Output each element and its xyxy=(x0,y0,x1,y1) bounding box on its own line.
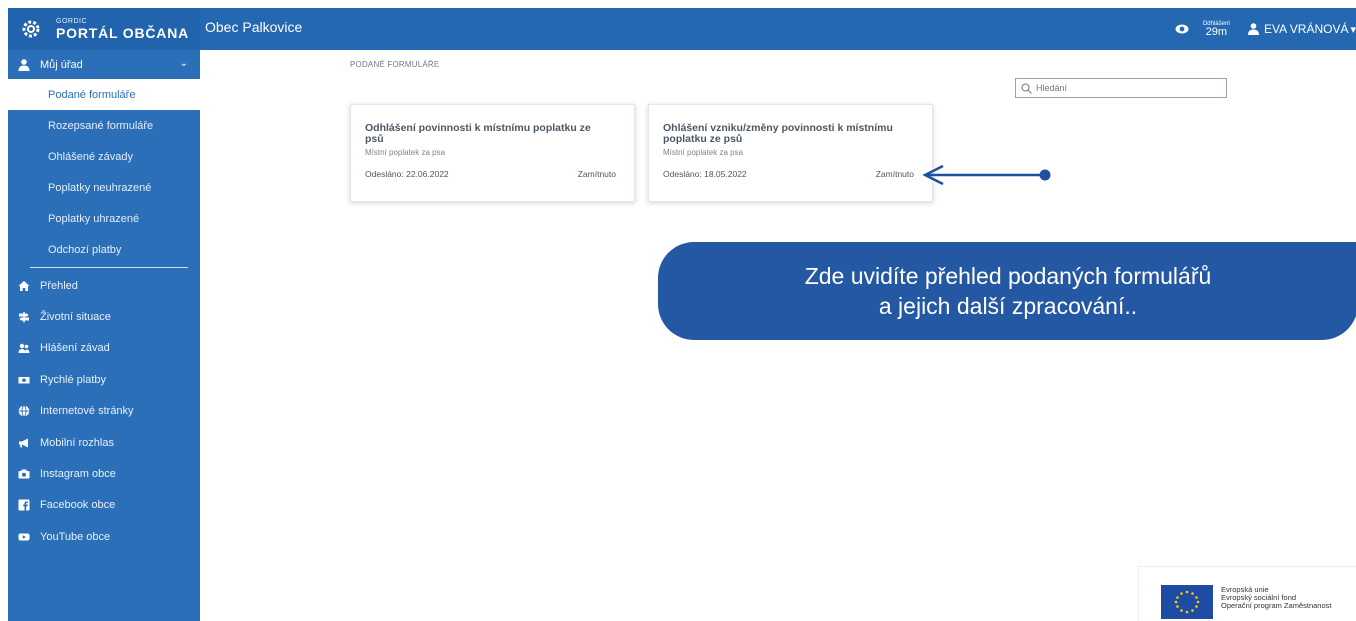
annotation-callout: Zde uvidíte přehled podaných formulářů a… xyxy=(658,242,1356,340)
sidebar-item-reported-defects[interactable]: Ohlášené závady xyxy=(8,141,200,172)
sidebar-item-overview[interactable]: Přehled xyxy=(8,270,200,301)
search-input[interactable] xyxy=(1036,83,1216,93)
facebook-icon xyxy=(18,499,30,511)
form-card[interactable]: Odhlášení povinnosti k místnímu poplatku… xyxy=(350,104,635,202)
sidebar-item-label: YouTube obce xyxy=(40,530,111,543)
eu-flag-icon xyxy=(1161,585,1213,619)
sidebar-item-label: Přehled xyxy=(40,279,78,292)
people-icon xyxy=(18,344,30,354)
sidebar-item-label: Rychlé platby xyxy=(40,373,107,386)
user-menu-caret-icon[interactable]: ▾ xyxy=(1350,23,1356,36)
sidebar-section-my-office[interactable]: Můj úřad ⌄ xyxy=(8,50,200,79)
sidebar-item-label: Facebook obce xyxy=(40,499,116,512)
form-card-subtitle: Místní poplatek za psa xyxy=(663,148,744,157)
search-icon xyxy=(1021,83,1032,94)
eu-text-line: Operační program Zaměstnanost xyxy=(1221,601,1332,610)
form-card-title: Odhlášení povinnosti k místnímu poplatku… xyxy=(365,123,591,145)
sidebar-section-label: Můj úřad xyxy=(40,58,83,71)
form-card-title-line: Odhlášení povinnosti k místnímu poplatku… xyxy=(365,122,591,134)
sidebar-item-label: Mobilní rozhlas xyxy=(40,436,114,449)
sidebar-item-life-situations[interactable]: Životní situace xyxy=(8,301,200,332)
sidebar-item-label: Instagram obce xyxy=(40,468,116,481)
sidebar-item-defect-reports[interactable]: Hlášení závad xyxy=(8,333,200,364)
form-card-title-line: psů xyxy=(365,133,384,145)
form-card-subtitle: Místní poplatek za psa xyxy=(365,148,446,157)
user-icon xyxy=(1247,23,1259,35)
session-time: 29m xyxy=(1205,25,1227,38)
sidebar-item-mobile-radio[interactable]: Mobilní rozhlas xyxy=(8,427,200,458)
sidebar-item-outgoing-payments[interactable]: Odchozí platby xyxy=(8,234,200,265)
eu-funding-text: Evropská unie Evropský sociální fond Ope… xyxy=(1221,586,1331,610)
user-area: Odhlášení 29m EVA VRÁNOVÁ ▾ xyxy=(1175,8,1356,50)
form-card-sent-date: Odesláno: 22.06.2022 xyxy=(365,169,449,179)
sidebar-item-label: Životní situace xyxy=(40,311,111,324)
user-icon xyxy=(18,58,30,71)
sidebar-item-draft-forms[interactable]: Rozepsané formuláře xyxy=(8,110,200,141)
sidebar: Můj úřad ⌄ Podané formuláře Rozepsané fo… xyxy=(8,50,200,621)
chevron-down-icon: ⌄ xyxy=(179,58,188,69)
money-icon xyxy=(18,376,30,384)
sidebar-item-submitted-forms[interactable]: Podané formuláře xyxy=(8,79,200,110)
eye-icon[interactable] xyxy=(1175,22,1189,36)
sidebar-divider xyxy=(30,267,188,268)
sidebar-item-quick-payments[interactable]: Rychlé platby xyxy=(8,364,200,395)
sidebar-item-youtube[interactable]: YouTube obce xyxy=(8,521,200,552)
camera-icon xyxy=(18,469,30,479)
form-card-status: Zamítnuto xyxy=(577,169,616,179)
top-bar: GORDIC PORTÁL OBČANA Obec Palkovice Odhl… xyxy=(8,8,1356,50)
sidebar-item-unpaid-fees[interactable]: Poplatky neuhrazené xyxy=(8,172,200,203)
form-card[interactable]: Ohlášení vzniku/změny povinnosti k místn… xyxy=(648,104,933,202)
globe-icon xyxy=(18,405,30,418)
page-title: PODANÉ FORMULÁŘE xyxy=(350,60,440,69)
home-icon xyxy=(18,280,30,291)
brand-vendor: GORDIC xyxy=(56,18,87,25)
session-timer[interactable]: Odhlášení 29m xyxy=(1203,21,1230,38)
form-card-status: Zamítnuto xyxy=(875,169,914,179)
form-card-title-line: poplatku ze psů xyxy=(663,133,743,145)
callout-line: a jejich další zpracování.. xyxy=(878,293,1138,319)
youtube-icon xyxy=(18,533,30,541)
eu-funding-logo: Evropská unie Evropský sociální fond Ope… xyxy=(1138,566,1356,621)
sidebar-item-label: Internetové stránky xyxy=(40,405,134,418)
gear-logo-icon xyxy=(22,20,40,38)
sidebar-item-website[interactable]: Internetové stránky xyxy=(8,396,200,427)
sidebar-item-paid-fees[interactable]: Poplatky uhrazené xyxy=(8,203,200,234)
sidebar-item-facebook[interactable]: Facebook obce xyxy=(8,490,200,521)
municipality-name[interactable]: Obec Palkovice xyxy=(205,19,302,35)
brand[interactable]: GORDIC PORTÁL OBČANA xyxy=(8,8,200,50)
form-card-title: Ohlášení vzniku/změny povinnosti k místn… xyxy=(663,123,893,145)
callout-line: Zde uvidíte přehled podaných formulářů xyxy=(804,263,1212,289)
megaphone-icon xyxy=(19,438,28,448)
user-name[interactable]: EVA VRÁNOVÁ xyxy=(1264,22,1348,36)
signpost-icon xyxy=(19,312,29,323)
brand-title: PORTÁL OBČANA xyxy=(56,25,190,41)
portal-window: GORDIC PORTÁL OBČANA Obec Palkovice Odhl… xyxy=(8,8,1356,621)
search-box[interactable] xyxy=(1015,78,1227,98)
sidebar-item-instagram[interactable]: Instagram obce xyxy=(8,458,200,489)
sidebar-item-label: Hlášení závad xyxy=(40,342,110,355)
form-card-sent-date: Odesláno: 18.05.2022 xyxy=(663,169,747,179)
